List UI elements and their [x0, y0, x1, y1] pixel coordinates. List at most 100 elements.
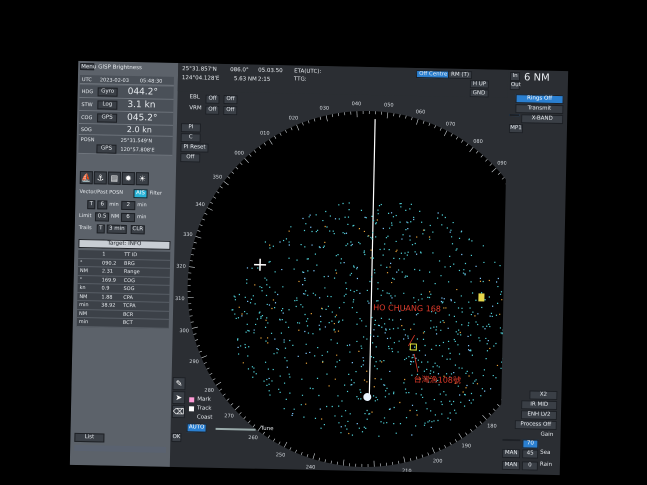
transmit-button[interactable]: Transmit [515, 104, 564, 115]
chart-icon[interactable]: ▤ [107, 171, 121, 185]
vector-time[interactable]: 6 [97, 200, 108, 210]
radar-echo [265, 294, 268, 297]
radar-echo [335, 255, 337, 257]
cog-source[interactable]: GPS [97, 113, 118, 123]
target-info-unit: ° [80, 259, 83, 266]
target-info-header[interactable]: Target: INFO [78, 238, 171, 250]
enh-lv2-button[interactable]: ENH LV2 [520, 410, 558, 421]
radar-echo [323, 423, 325, 426]
mp-button[interactable]: MP1 [508, 123, 524, 134]
limit-value[interactable]: 0.5 [94, 212, 110, 222]
rain-mode[interactable]: MAN [501, 460, 520, 471]
vector-mode[interactable]: T [87, 200, 96, 210]
radar-echo [348, 373, 350, 375]
mark-label[interactable]: Mark [197, 396, 211, 403]
gain-value[interactable]: 70 [522, 439, 539, 449]
radar-echo [422, 233, 424, 235]
gain-slider[interactable] [502, 438, 521, 442]
radar-echo [470, 313, 473, 316]
radar-echo [335, 314, 338, 316]
rm-t-button[interactable]: RM (T) [447, 70, 473, 80]
radar-echo [359, 389, 361, 391]
trails-mode[interactable]: T [96, 224, 105, 234]
xband-button[interactable]: X-BAND [521, 114, 564, 125]
radar-echo [422, 280, 425, 282]
track-color-swatch[interactable] [188, 406, 195, 412]
hdg-source[interactable]: Gyro [97, 87, 118, 97]
radar-echo [410, 221, 412, 223]
trails-label: Trails [78, 224, 92, 232]
radar-echo [388, 318, 390, 320]
past-time[interactable]: 2 [121, 200, 136, 211]
radar-echo [344, 384, 346, 386]
radar-echo [303, 229, 306, 232]
settings-icon[interactable]: ✹ [121, 171, 135, 186]
radar-echo [321, 354, 323, 357]
sea-mode[interactable]: MAN [502, 448, 521, 459]
radar-echo [361, 347, 363, 349]
pen-icon[interactable]: ✎ [172, 376, 186, 391]
rings-off-button[interactable]: Rings Off [515, 94, 564, 105]
menu-button[interactable]: Menu [80, 62, 96, 70]
radar-echo [409, 235, 411, 237]
radar-echo [463, 405, 466, 407]
auto-button[interactable]: AUTO [186, 423, 207, 433]
ir-mid-button[interactable]: IR MID [521, 400, 558, 411]
radar-echo [463, 393, 466, 396]
range-in-button[interactable]: In [509, 71, 521, 82]
radar-echo [338, 405, 340, 407]
ok-button[interactable]: OK [171, 432, 182, 443]
radar-echo [380, 317, 383, 319]
brightness-label[interactable]: GISP Brightness [98, 64, 142, 71]
limit-time[interactable]: 6 [120, 212, 136, 223]
radar-echo [344, 410, 347, 412]
radar-echo [429, 224, 431, 227]
radar-echo [453, 338, 455, 341]
trails-time[interactable]: 3 min [106, 224, 127, 234]
radar-echo [419, 269, 421, 271]
target-info-unit: NM [79, 293, 88, 300]
x2-button[interactable]: X2 [529, 390, 558, 401]
radar-echo [465, 387, 467, 389]
radar-ppi[interactable]: 0000100200300400500600700800901001101201… [170, 75, 508, 474]
rain-value[interactable]: 0 [521, 461, 538, 471]
stw-source[interactable]: Log [97, 100, 118, 110]
ais-target-icon[interactable] [478, 293, 485, 302]
ship-icon[interactable]: ⛵ [79, 170, 93, 185]
radar-echo [414, 301, 416, 304]
radar-echo [253, 329, 255, 331]
filter-label[interactable]: Filter [149, 190, 162, 196]
cog-label: COG [81, 114, 93, 122]
track-label[interactable]: Track [197, 405, 212, 412]
radar-echo [359, 318, 361, 320]
cursor-icon[interactable]: ➤ [172, 390, 186, 405]
radar-echo [370, 236, 372, 239]
eraser-icon[interactable]: ⌫ [171, 404, 186, 419]
process-off-button[interactable]: Process Off [514, 420, 557, 431]
radar-echo [441, 403, 443, 406]
list-button[interactable]: List [74, 432, 105, 443]
radar-echo [423, 424, 426, 426]
trails-clear[interactable]: CLR [130, 225, 145, 235]
radar-echo [237, 338, 239, 340]
radar-echo [474, 315, 476, 317]
mark-color-swatch[interactable] [189, 397, 195, 403]
radar-echo [391, 297, 393, 299]
sea-value[interactable]: 45 [522, 449, 539, 459]
radar-echo [323, 275, 325, 278]
radar-echo [392, 216, 395, 218]
radar-echo [334, 316, 336, 318]
brightness-icon[interactable]: ☀ [135, 172, 149, 186]
posn-source[interactable]: GPS [96, 144, 117, 154]
anchor-icon[interactable]: ⚓ [93, 171, 107, 185]
ais-button[interactable]: AIS [133, 189, 148, 199]
radar-echo [324, 287, 326, 289]
coast-label[interactable]: Coast [197, 414, 213, 421]
radar-echo [360, 398, 362, 400]
radar-echo [447, 340, 450, 343]
radar-echo [283, 382, 286, 384]
off-centre-button[interactable]: Off Centre [416, 69, 451, 79]
radar-echo [429, 238, 431, 240]
eta-label: ETA(UTC): [294, 68, 322, 76]
range-out-button[interactable]: Out [509, 80, 521, 91]
